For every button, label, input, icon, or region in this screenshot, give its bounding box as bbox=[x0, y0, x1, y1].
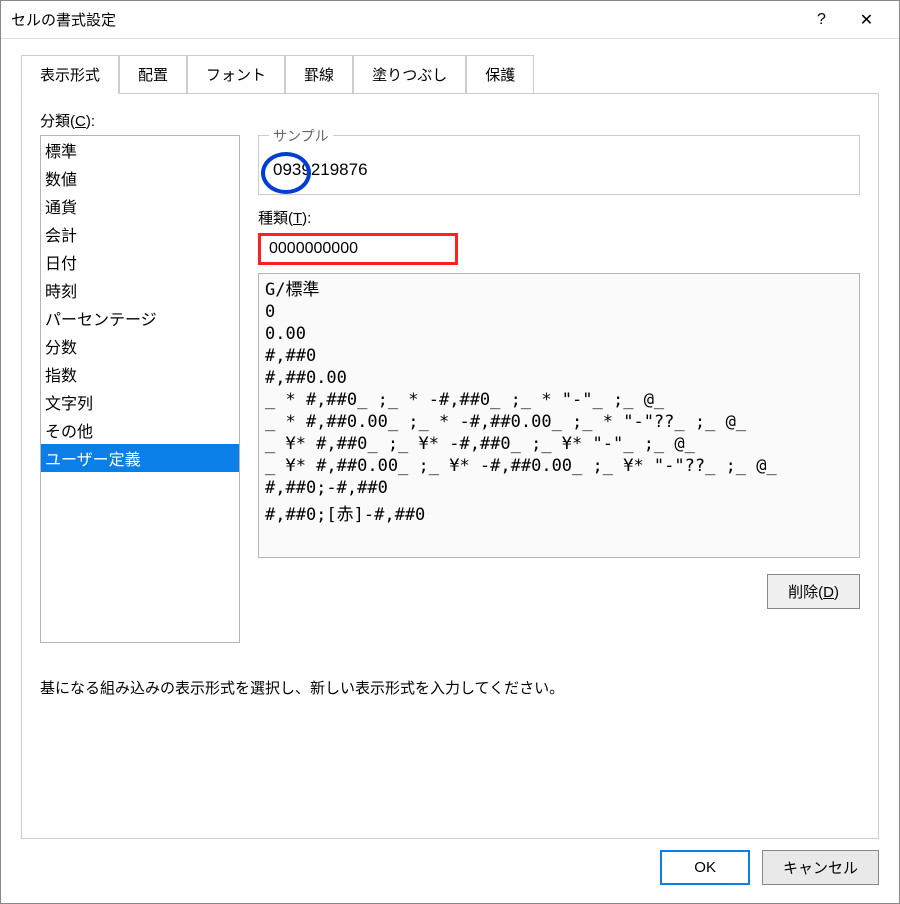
cancel-button[interactable]: キャンセル bbox=[762, 850, 879, 885]
dialog-footer: OK キャンセル bbox=[1, 850, 899, 903]
sample-label: サンプル bbox=[269, 126, 333, 146]
list-item[interactable]: 分数 bbox=[41, 332, 239, 360]
list-item[interactable]: 数値 bbox=[41, 164, 239, 192]
category-label: 分類(C): bbox=[40, 110, 860, 131]
close-button[interactable]: ✕ bbox=[844, 1, 889, 39]
tab-border[interactable]: 罫線 bbox=[285, 55, 353, 94]
format-item[interactable]: _ ¥* #,##0.00_ ;_ ¥* -#,##0.00_ ;_ ¥* "-… bbox=[259, 455, 859, 477]
format-item[interactable]: G/標準 bbox=[259, 274, 859, 301]
delete-button[interactable]: 削除(D) bbox=[767, 574, 860, 609]
format-item[interactable]: #,##0 bbox=[259, 345, 859, 367]
type-input[interactable] bbox=[258, 233, 458, 265]
format-item[interactable]: #,##0;[赤]-#,##0 bbox=[259, 499, 859, 526]
format-item[interactable]: _ * #,##0_ ;_ * -#,##0_ ;_ * "-"_ ;_ @_ bbox=[259, 389, 859, 411]
sample-value: 0939219876 bbox=[273, 160, 368, 180]
list-item[interactable]: 日付 bbox=[41, 248, 239, 276]
list-item[interactable]: 時刻 bbox=[41, 276, 239, 304]
format-item[interactable]: _ ¥* #,##0_ ;_ ¥* -#,##0_ ;_ ¥* "-"_ ;_ … bbox=[259, 433, 859, 455]
titlebar: セルの書式設定 ? ✕ bbox=[1, 1, 899, 39]
list-item[interactable]: 会計 bbox=[41, 220, 239, 248]
list-item[interactable]: 標準 bbox=[41, 136, 239, 164]
format-item[interactable]: 0 bbox=[259, 301, 859, 323]
list-item[interactable]: パーセンテージ bbox=[41, 304, 239, 332]
format-item[interactable]: 0.00 bbox=[259, 323, 859, 345]
tab-alignment[interactable]: 配置 bbox=[119, 55, 187, 94]
tab-font[interactable]: フォント bbox=[187, 55, 285, 94]
category-list[interactable]: 標準 数値 通貨 会計 日付 時刻 パーセンテージ 分数 指数 文字列 その他 … bbox=[40, 135, 240, 643]
hint-text: 基になる組み込みの表示形式を選択し、新しい表示形式を入力してください。 bbox=[40, 677, 860, 698]
tab-body: 分類(C): 標準 数値 通貨 会計 日付 時刻 パーセンテージ 分数 指数 文… bbox=[21, 93, 879, 839]
right-column: サンプル 0939219876 種類(T): G/標準 0 0.00 #,##0… bbox=[258, 135, 860, 655]
ok-button[interactable]: OK bbox=[660, 850, 750, 885]
type-label: 種類(T): bbox=[258, 207, 860, 228]
dialog-title: セルの書式設定 bbox=[11, 9, 799, 30]
list-item[interactable]: 文字列 bbox=[41, 388, 239, 416]
tab-fill[interactable]: 塗りつぶし bbox=[353, 55, 466, 94]
format-cells-dialog: セルの書式設定 ? ✕ 表示形式 配置 フォント 罫線 塗りつぶし 保護 分類(… bbox=[0, 0, 900, 904]
tab-protection[interactable]: 保護 bbox=[466, 55, 534, 94]
list-item[interactable]: 通貨 bbox=[41, 192, 239, 220]
format-item[interactable]: _ * #,##0.00_ ;_ * -#,##0.00_ ;_ * "-"??… bbox=[259, 411, 859, 433]
tab-strip: 表示形式 配置 フォント 罫線 塗りつぶし 保護 bbox=[1, 39, 899, 94]
list-item[interactable]: 指数 bbox=[41, 360, 239, 388]
sample-box: サンプル 0939219876 bbox=[258, 135, 860, 195]
list-item-custom[interactable]: ユーザー定義 bbox=[41, 444, 239, 472]
list-item[interactable]: その他 bbox=[41, 416, 239, 444]
tab-number-format[interactable]: 表示形式 bbox=[21, 55, 119, 94]
format-item[interactable]: #,##0.00 bbox=[259, 367, 859, 389]
format-item[interactable]: #,##0;-#,##0 bbox=[259, 477, 859, 499]
format-code-list[interactable]: G/標準 0 0.00 #,##0 #,##0.00 _ * #,##0_ ;_… bbox=[258, 273, 860, 558]
help-button[interactable]: ? bbox=[799, 1, 844, 39]
